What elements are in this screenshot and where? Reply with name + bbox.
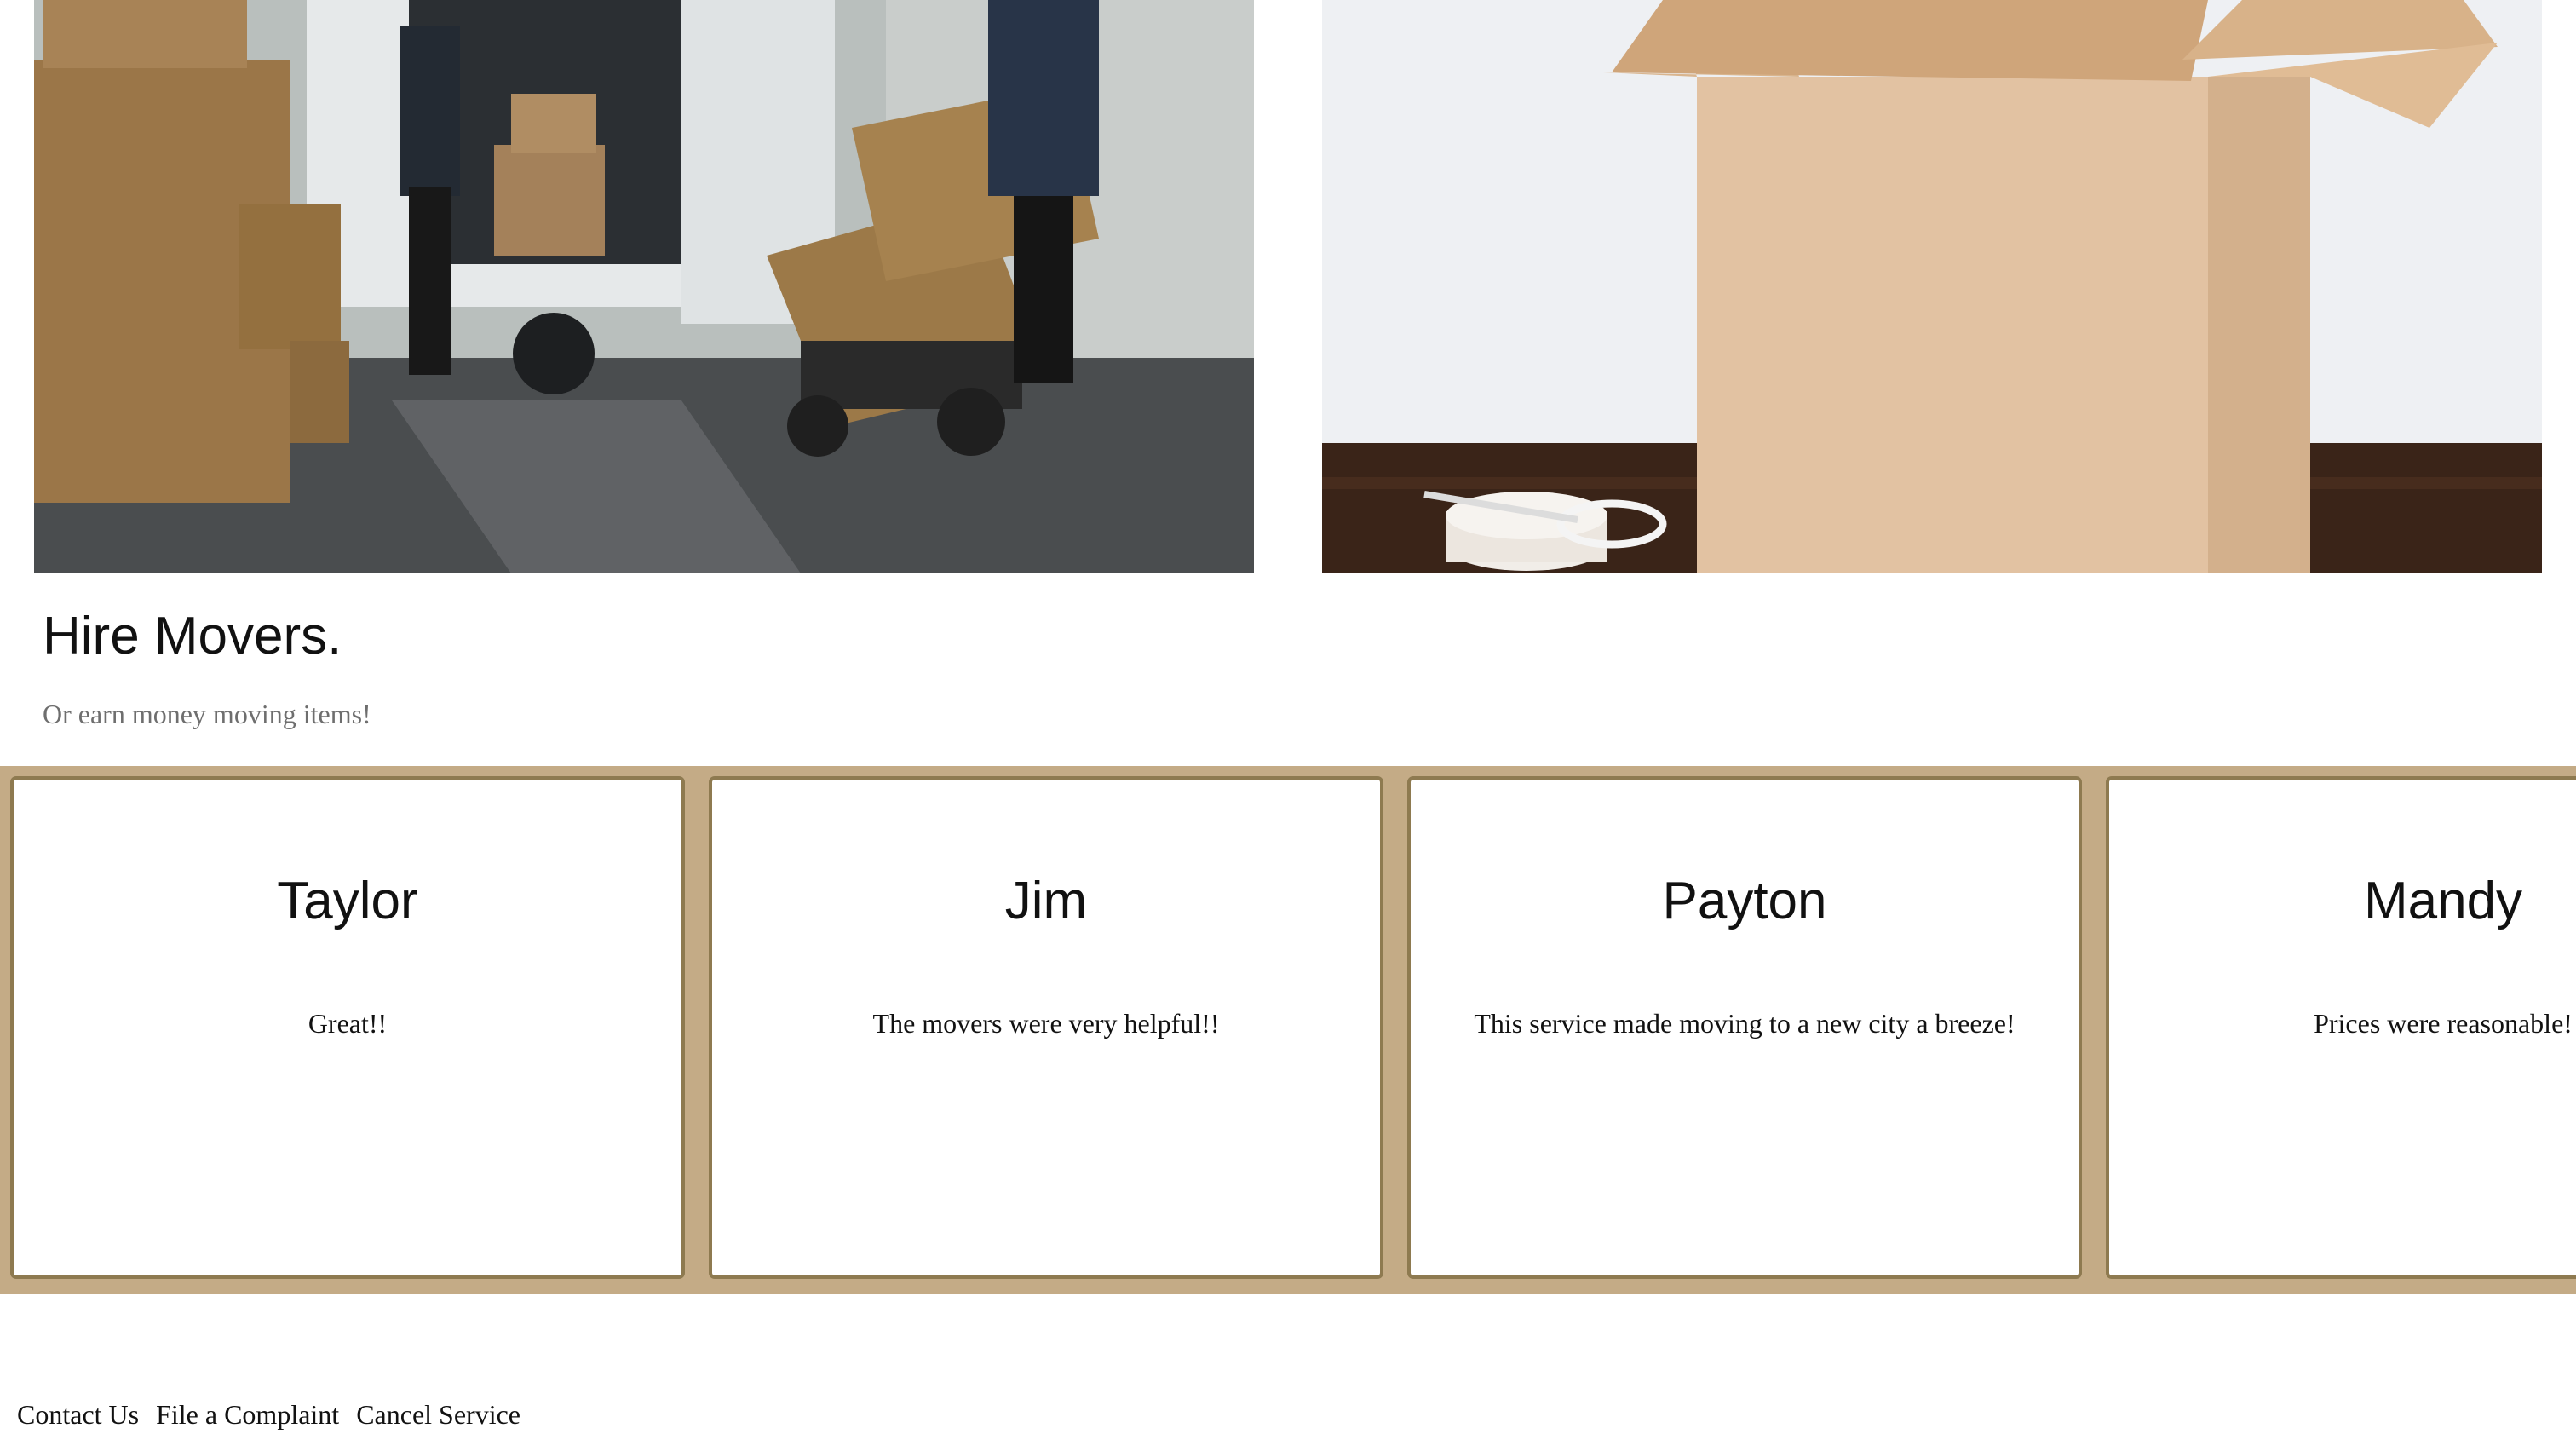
reviewer-name: Taylor [277, 872, 418, 930]
cancel-service-link[interactable]: Cancel Service [356, 1399, 520, 1431]
reviewer-name: Payton [1662, 872, 1827, 930]
reviews-section: Taylor Great!! Jim The movers were very … [0, 766, 2576, 1294]
page-title: Hire Movers. [43, 607, 342, 665]
movers-van-illustration [34, 0, 1254, 573]
reviewer-name: Jim [1004, 872, 1088, 930]
page-subtitle: Or earn money moving items! [43, 699, 371, 729]
footer-nav: Contact Us File a Complaint Cancel Servi… [17, 1399, 520, 1431]
review-card: Jim The movers were very helpful!! [709, 776, 1383, 1279]
open-box-illustration [1322, 0, 2542, 573]
review-text: The movers were very helpful!! [872, 1008, 1220, 1039]
review-card: Payton This service made moving to a new… [1407, 776, 2082, 1279]
contact-us-link[interactable]: Contact Us [17, 1399, 139, 1431]
review-text: Prices were reasonable! [2314, 1008, 2573, 1039]
review-text: This service made moving to a new city a… [1474, 1008, 2015, 1039]
review-card: Taylor Great!! [10, 776, 685, 1279]
file-complaint-link[interactable]: File a Complaint [156, 1399, 339, 1431]
review-card: Mandy Prices were reasonable! [2106, 776, 2576, 1279]
open-box-photo [1322, 0, 2542, 573]
movers-van-photo [34, 0, 1254, 573]
review-text: Great!! [308, 1008, 388, 1039]
reviewer-name: Mandy [2363, 872, 2523, 930]
